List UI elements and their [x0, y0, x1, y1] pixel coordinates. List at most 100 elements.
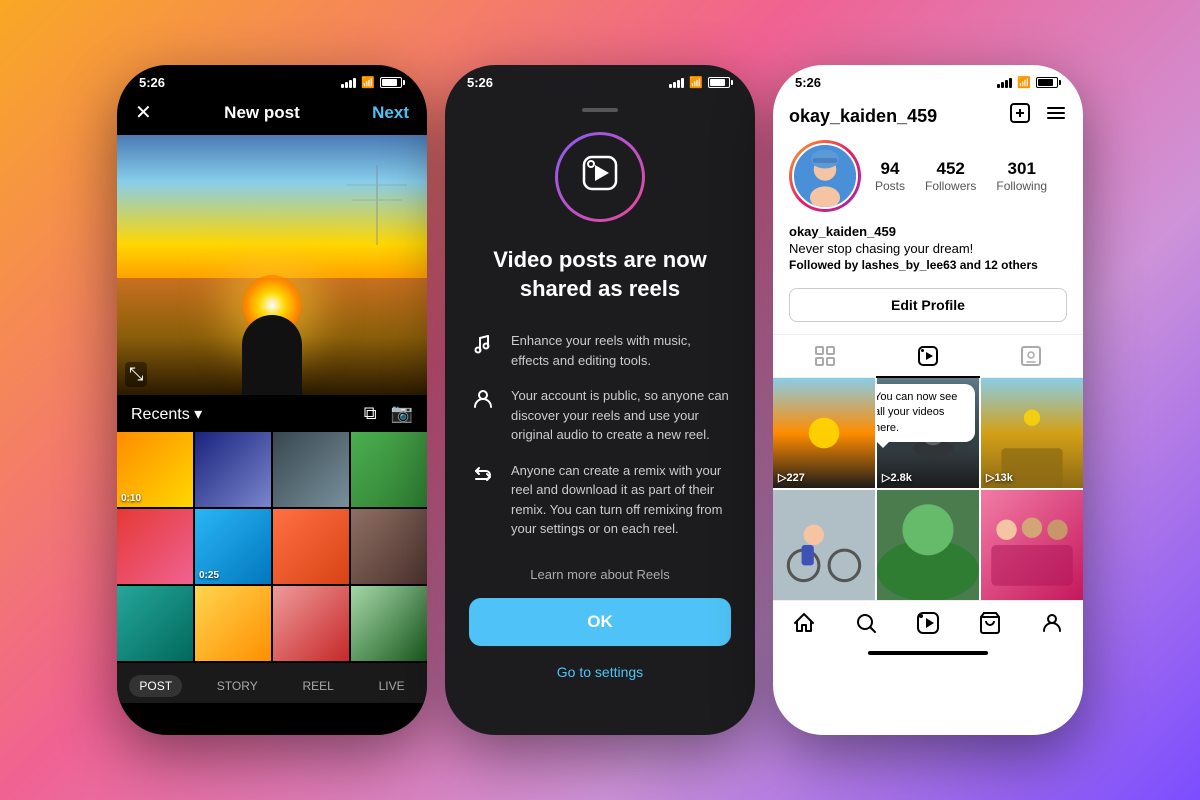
gallery-item[interactable] [195, 432, 271, 507]
gallery-grid: 0:10 0:25 [117, 432, 427, 663]
stat-followers-label: Followers [925, 179, 976, 193]
video-thumb-3[interactable]: ▷13k [981, 378, 1083, 488]
new-post-title: New post [224, 103, 300, 123]
battery-icon-1 [380, 77, 405, 88]
tab-tagged[interactable] [980, 335, 1083, 377]
battery-icon-2 [708, 77, 733, 88]
feature-list: Enhance your reels with music, effects a… [469, 331, 731, 539]
gallery-item[interactable] [351, 432, 427, 507]
nav-shop-icon[interactable] [978, 611, 1002, 641]
profile-stats: 94 Posts 452 Followers 301 Following [875, 159, 1047, 193]
gallery-item[interactable] [273, 432, 349, 507]
learn-more-link[interactable]: Learn more about Reels [530, 567, 669, 582]
multi-select-icon[interactable]: ⧉ [364, 403, 377, 424]
powerline-decoration [347, 165, 407, 245]
thumb-duration: 0:25 [199, 570, 219, 581]
signal-icon-2 [669, 78, 684, 88]
stat-followers[interactable]: 452 Followers [925, 159, 976, 193]
status-bar-1: 5:26 📶 [117, 65, 427, 94]
stat-posts: 94 Posts [875, 159, 905, 193]
add-post-icon[interactable] [1009, 102, 1031, 130]
tab-reel[interactable]: REEL [292, 675, 343, 697]
status-time-3: 5:26 [795, 75, 821, 90]
profile-header-actions [1009, 102, 1067, 130]
status-time-2: 5:26 [467, 75, 493, 90]
stat-following[interactable]: 301 Following [996, 159, 1047, 193]
expand-icon[interactable]: ⤡ [125, 362, 147, 387]
reels-play-icon [580, 153, 620, 202]
gallery-item[interactable] [351, 586, 427, 661]
wifi-icon-3: 📶 [1017, 76, 1031, 89]
tab-story[interactable]: STORY [207, 675, 268, 697]
close-icon[interactable]: ✕ [135, 100, 152, 125]
gallery-item[interactable] [117, 586, 193, 661]
battery-icon-3 [1036, 77, 1061, 88]
tab-grid[interactable] [773, 335, 876, 377]
tab-reels[interactable] [876, 335, 979, 377]
bio-followed-prefix: Followed by [789, 258, 862, 272]
stat-followers-num: 452 [925, 159, 976, 179]
gallery-item[interactable] [273, 586, 349, 661]
camera-icon[interactable]: 📷 [391, 403, 413, 424]
recents-dropdown[interactable]: Recents ▾ [131, 404, 202, 424]
phone-new-post: 5:26 📶 ✕ New post Next [117, 65, 427, 735]
bio-name: okay_kaiden_459 [789, 224, 1067, 239]
tab-live[interactable]: LIVE [369, 675, 415, 697]
feature-remix: Anyone can create a remix with your reel… [469, 461, 731, 539]
remix-icon [469, 463, 497, 491]
video-count-3: ▷13k [986, 471, 1013, 484]
bio-followed-others[interactable]: 12 others [984, 258, 1037, 272]
signal-icon-3 [997, 78, 1012, 88]
gallery-item[interactable] [273, 509, 349, 584]
music-icon [469, 333, 497, 361]
new-post-header: ✕ New post Next [117, 94, 427, 135]
gallery-action-icons: ⧉ 📷 [364, 403, 413, 424]
gallery-item[interactable] [117, 509, 193, 584]
status-icons-1: 📶 [341, 76, 405, 89]
next-button[interactable]: Next [372, 103, 409, 123]
video-thumb-4[interactable] [773, 490, 875, 600]
avatar[interactable] [789, 140, 861, 212]
bio-text: Never stop chasing your dream! [789, 241, 1067, 256]
reels-main-title: Video posts are now shared as reels [469, 246, 731, 303]
gallery-item[interactable]: 0:25 [195, 509, 271, 584]
bio-followed-suffix: and [956, 258, 984, 272]
video-thumb-2[interactable]: You can now see all your videos here. ▷2… [877, 378, 979, 488]
person-silhouette [242, 315, 302, 395]
home-indicator [868, 651, 988, 655]
gallery-item[interactable] [351, 509, 427, 584]
ok-button[interactable]: OK [469, 598, 731, 646]
video-thumb-5[interactable] [877, 490, 979, 600]
bio-followed-name1[interactable]: lashes_by_lee63 [862, 258, 957, 272]
video-count-1: ▷227 [778, 471, 805, 484]
video-thumb-6[interactable] [981, 490, 1083, 600]
status-icons-2: 📶 [669, 76, 733, 89]
phone-reels-info: 5:26 📶 [445, 65, 755, 735]
wifi-icon-1: 📶 [361, 76, 375, 89]
profile-tabs [773, 334, 1083, 378]
nav-reels-icon[interactable] [916, 611, 940, 641]
recents-label: Recents [131, 406, 190, 423]
bio-followed: Followed by lashes_by_lee63 and 12 other… [789, 258, 1067, 272]
menu-icon[interactable] [1045, 102, 1067, 130]
status-icons-3: 📶 [997, 76, 1061, 89]
gallery-item[interactable]: 0:10 [117, 432, 193, 507]
feature-remix-text: Anyone can create a remix with your reel… [511, 461, 731, 539]
tab-post[interactable]: POST [129, 675, 182, 697]
feature-music: Enhance your reels with music, effects a… [469, 331, 731, 370]
nav-search-icon[interactable] [854, 611, 878, 641]
feature-public-text: Your account is public, so anyone can di… [511, 386, 731, 445]
phone-profile: 5:26 📶 okay_kaiden_459 [773, 65, 1083, 735]
reels-icon-circle [555, 132, 645, 222]
video-thumb-1[interactable]: ▷227 [773, 378, 875, 488]
nav-profile-icon[interactable] [1040, 611, 1064, 641]
go-to-settings-link[interactable]: Go to settings [551, 658, 649, 686]
feature-music-text: Enhance your reels with music, effects a… [511, 331, 731, 370]
gallery-item[interactable] [195, 586, 271, 661]
avatar-inner [792, 143, 858, 209]
edit-profile-button[interactable]: Edit Profile [789, 288, 1067, 322]
nav-home-icon[interactable] [792, 611, 816, 641]
recents-arrow: ▾ [194, 406, 202, 423]
wifi-icon-2: 📶 [689, 76, 703, 89]
stat-posts-label: Posts [875, 179, 905, 193]
